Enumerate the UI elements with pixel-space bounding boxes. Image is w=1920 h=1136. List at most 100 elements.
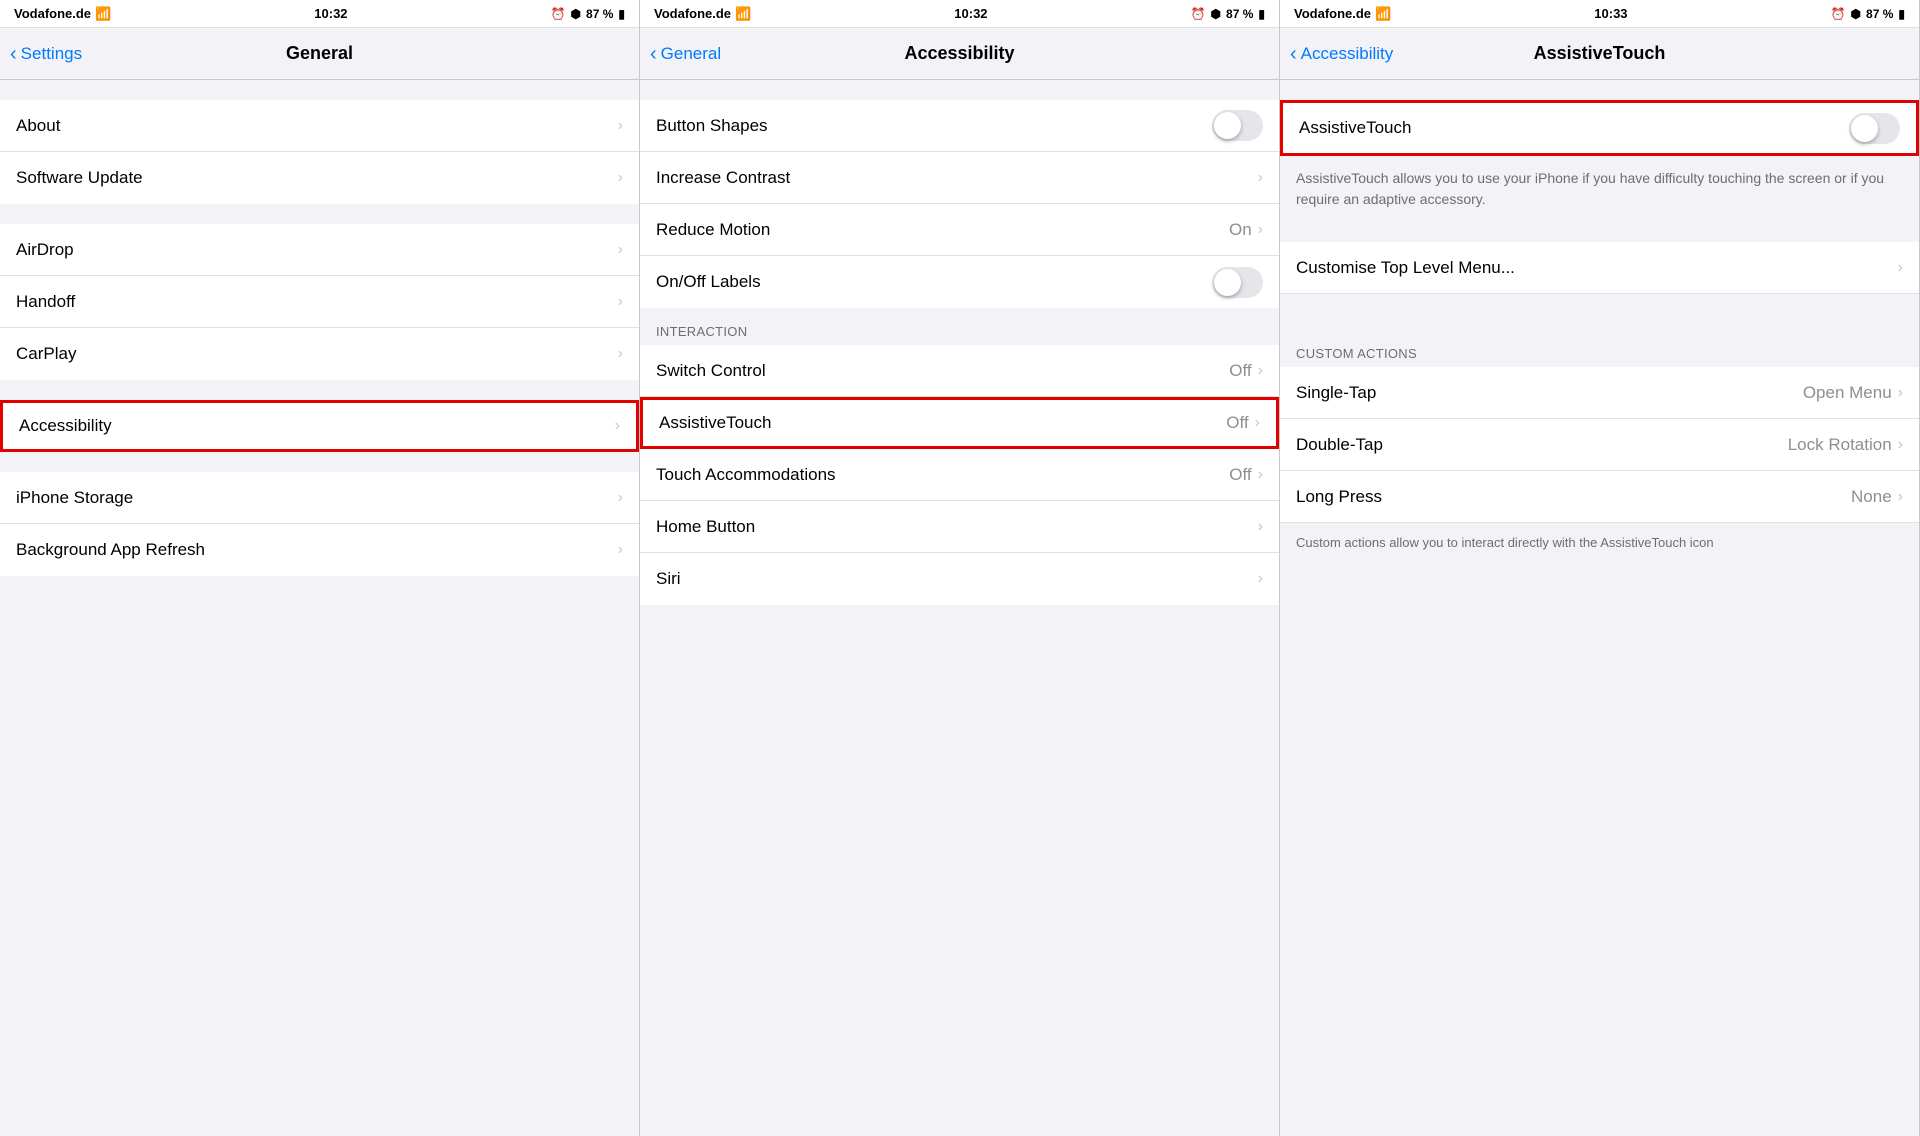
nav-bar-at: ‹ Accessibility AssistiveTouch xyxy=(1280,28,1919,80)
list-item-software-update[interactable]: Software Update › xyxy=(0,152,639,204)
alarm-icon: ⏰ xyxy=(551,7,566,21)
battery-icon-acc: ▮ xyxy=(1258,7,1265,21)
button-shapes-label: Button Shapes xyxy=(656,116,1212,136)
section-airdrop: AirDrop › Handoff › CarPlay › xyxy=(0,204,639,380)
list-item-long-press[interactable]: Long Press None › xyxy=(1280,471,1919,523)
list-item-iphone-storage[interactable]: iPhone Storage › xyxy=(0,472,639,524)
battery-level-at: 87 % xyxy=(1866,7,1893,21)
double-tap-label: Double-Tap xyxy=(1296,435,1788,455)
chevron-about: › xyxy=(618,117,623,135)
nav-title-general: General xyxy=(286,43,353,64)
back-to-accessibility[interactable]: ‹ Accessibility xyxy=(1290,44,1393,64)
assistivetouch-acc-label: AssistiveTouch xyxy=(659,413,1226,433)
list-item-assistivetouch-acc[interactable]: AssistiveTouch Off › xyxy=(640,397,1279,449)
status-left-acc: Vodafone.de 📶 xyxy=(654,6,751,22)
general-content: About › Software Update › AirDrop › Hand… xyxy=(0,80,639,1136)
list-item-single-tap[interactable]: Single-Tap Open Menu › xyxy=(1280,367,1919,419)
section-about: About › Software Update › xyxy=(0,80,639,204)
reduce-motion-label: Reduce Motion xyxy=(656,220,1229,240)
list-item-about[interactable]: About › xyxy=(0,100,639,152)
chevron-handoff: › xyxy=(618,293,623,311)
list-item-switch-control[interactable]: Switch Control Off › xyxy=(640,345,1279,397)
section-storage: iPhone Storage › Background App Refresh … xyxy=(0,452,639,576)
list-item-home-button[interactable]: Home Button › xyxy=(640,501,1279,553)
chevron-iphone-storage: › xyxy=(618,489,623,507)
about-label: About xyxy=(16,116,618,136)
increase-contrast-label: Increase Contrast xyxy=(656,168,1258,188)
chevron-customise-menu: › xyxy=(1898,259,1903,277)
status-right-at: ⏰ ⬢ 87 % ▮ xyxy=(1831,7,1905,21)
onoff-labels-toggle[interactable] xyxy=(1212,267,1263,298)
wifi-icon-acc: 📶 xyxy=(735,6,751,22)
home-button-label: Home Button xyxy=(656,517,1258,537)
time: 10:32 xyxy=(314,6,347,21)
accessibility-content: Button Shapes Increase Contrast › Reduce… xyxy=(640,80,1279,1136)
chevron-increase-contrast: › xyxy=(1258,169,1263,187)
background-refresh-label: Background App Refresh xyxy=(16,540,618,560)
list-item-increase-contrast[interactable]: Increase Contrast › xyxy=(640,152,1279,204)
double-tap-value: Lock Rotation xyxy=(1788,435,1892,455)
assistivetouch-main-toggle[interactable] xyxy=(1849,113,1900,144)
handoff-label: Handoff xyxy=(16,292,618,312)
back-to-settings[interactable]: ‹ Settings xyxy=(10,44,82,64)
accessibility-label: Accessibility xyxy=(19,416,615,436)
list-item-carplay[interactable]: CarPlay › xyxy=(0,328,639,380)
list-item-background-refresh[interactable]: Background App Refresh › xyxy=(0,524,639,576)
custom-actions-header: CUSTOM ACTIONS xyxy=(1280,330,1919,367)
wifi-icon-at: 📶 xyxy=(1375,6,1391,22)
carrier-at: Vodafone.de xyxy=(1294,6,1371,21)
single-tap-label: Single-Tap xyxy=(1296,383,1803,403)
at-content: AssistiveTouch AssistiveTouch allows you… xyxy=(1280,80,1919,1136)
time-at: 10:33 xyxy=(1594,6,1627,21)
chevron-accessibility: › xyxy=(615,417,620,435)
list-item-double-tap[interactable]: Double-Tap Lock Rotation › xyxy=(1280,419,1919,471)
bluetooth-icon-at: ⬢ xyxy=(1851,7,1861,21)
chevron-touch-accommodations: › xyxy=(1258,466,1263,484)
assistivetouch-acc-value: Off xyxy=(1226,413,1248,433)
list-item-accessibility[interactable]: Accessibility › xyxy=(0,400,639,452)
status-right-acc: ⏰ ⬢ 87 % ▮ xyxy=(1191,7,1265,21)
chevron-airdrop: › xyxy=(618,241,623,259)
list-item-touch-accommodations[interactable]: Touch Accommodations Off › xyxy=(640,449,1279,501)
toggle-knob-at xyxy=(1851,115,1878,142)
onoff-labels-label: On/Off Labels xyxy=(656,272,1212,292)
battery-icon: ▮ xyxy=(618,7,625,21)
list-item-handoff[interactable]: Handoff › xyxy=(0,276,639,328)
long-press-label: Long Press xyxy=(1296,487,1851,507)
switch-control-label: Switch Control xyxy=(656,361,1229,381)
toggle-knob xyxy=(1214,112,1241,139)
chevron-reduce-motion: › xyxy=(1258,221,1263,239)
chevron-assistivetouch-acc: › xyxy=(1255,414,1260,432)
list-item-reduce-motion[interactable]: Reduce Motion On › xyxy=(640,204,1279,256)
carplay-label: CarPlay xyxy=(16,344,618,364)
toggle-knob-onoff xyxy=(1214,269,1241,296)
nav-title-accessibility: Accessibility xyxy=(904,43,1014,64)
section-interaction: INTERACTION Switch Control Off › Assisti… xyxy=(640,308,1279,605)
list-item-customise-menu[interactable]: Customise Top Level Menu... › xyxy=(1280,242,1919,294)
chevron-double-tap: › xyxy=(1898,436,1903,454)
carrier: Vodafone.de xyxy=(14,6,91,21)
software-update-label: Software Update xyxy=(16,168,618,188)
touch-accommodations-label: Touch Accommodations xyxy=(656,465,1229,485)
nav-bar-accessibility: ‹ General Accessibility xyxy=(640,28,1279,80)
time-acc: 10:32 xyxy=(954,6,987,21)
list-item-siri[interactable]: Siri › xyxy=(640,553,1279,605)
status-bar-accessibility: Vodafone.de 📶 10:32 ⏰ ⬢ 87 % ▮ xyxy=(640,0,1279,28)
wifi-icon: 📶 xyxy=(95,6,111,22)
button-shapes-toggle[interactable] xyxy=(1212,110,1263,141)
list-item-airdrop[interactable]: AirDrop › xyxy=(0,224,639,276)
bluetooth-icon: ⬢ xyxy=(571,7,581,21)
general-panel: Vodafone.de 📶 10:32 ⏰ ⬢ 87 % ▮ ‹ Setting… xyxy=(0,0,640,1136)
battery-level: 87 % xyxy=(586,7,613,21)
chevron-single-tap: › xyxy=(1898,384,1903,402)
back-chevron-icon: ‹ xyxy=(10,44,17,64)
list-item-onoff-labels[interactable]: On/Off Labels xyxy=(640,256,1279,308)
back-to-general[interactable]: ‹ General xyxy=(650,44,721,64)
reduce-motion-value: On xyxy=(1229,220,1252,240)
accessibility-panel: Vodafone.de 📶 10:32 ⏰ ⬢ 87 % ▮ ‹ General… xyxy=(640,0,1280,1136)
chevron-software-update: › xyxy=(618,169,623,187)
assistivetouch-toggle-row[interactable]: AssistiveTouch xyxy=(1280,100,1919,156)
chevron-carplay: › xyxy=(618,345,623,363)
touch-accommodations-value: Off xyxy=(1229,465,1251,485)
list-item-button-shapes[interactable]: Button Shapes xyxy=(640,100,1279,152)
